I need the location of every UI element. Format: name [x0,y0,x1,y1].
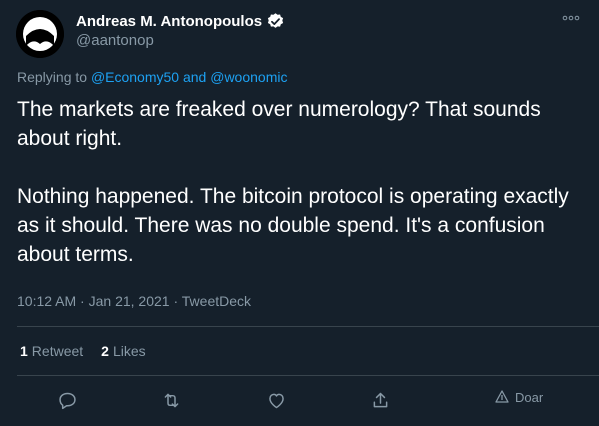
reply-icon [58,392,76,409]
tweet-meta: 10:12 AM · Jan 21, 2021 · TweetDeck [17,293,251,309]
retweets-label: Retweet [31,343,84,359]
tweet-date[interactable]: Jan 21, 2021 [89,293,170,309]
retweets-count: 1 [20,343,28,359]
reply-conjunction[interactable]: and [183,69,206,85]
author-handle[interactable]: @aantonop [76,32,154,49]
tweet-source[interactable]: TweetDeck [182,293,251,309]
avatar[interactable] [16,10,64,58]
likes-count: 2 [101,343,109,359]
retweet-button[interactable] [152,381,190,419]
divider [17,326,599,327]
avatar-image [16,10,64,58]
tweet-paragraph: Nothing happened. The bitcoin protocol i… [17,185,569,266]
author-name[interactable]: Andreas M. Antonopoulos [76,13,262,30]
likes-stat[interactable]: 2 Likes [101,343,145,359]
reply-user-link[interactable]: @Economy50 [91,69,179,85]
replying-to: Replying to @Economy50 and @woonomic [17,69,287,85]
more-options-icon[interactable] [561,10,581,26]
author-row[interactable]: Andreas M. Antonopoulos [76,10,285,32]
verified-badge-icon [266,12,285,31]
divider [17,375,599,376]
heart-icon [268,393,284,408]
meta-separator: · [173,293,179,309]
tip-icon [495,390,509,403]
tweet-text: The markets are freaked over numerology?… [17,95,582,269]
reply-user-link[interactable]: @woonomic [210,69,287,85]
share-icon [373,392,387,407]
action-bar: Doar [0,381,599,419]
tip-button[interactable]: Doar [494,389,543,405]
tweet-card: Andreas M. Antonopoulos @aantonop Replyi… [0,0,599,426]
tweet-time[interactable]: 10:12 AM [17,293,76,309]
retweet-icon [164,393,178,407]
tweet-paragraph: The markets are freaked over numerology?… [17,98,541,150]
tweet-stats: 1 Retweet 2 Likes [20,343,146,359]
meta-separator: · [80,293,85,309]
replying-to-label: Replying to [17,69,88,85]
reply-button[interactable] [48,381,86,419]
tip-label: Doar [515,389,544,405]
share-button[interactable] [361,381,399,419]
likes-label: Likes [112,343,146,359]
like-button[interactable] [257,381,295,419]
retweets-stat[interactable]: 1 Retweet [20,343,83,359]
